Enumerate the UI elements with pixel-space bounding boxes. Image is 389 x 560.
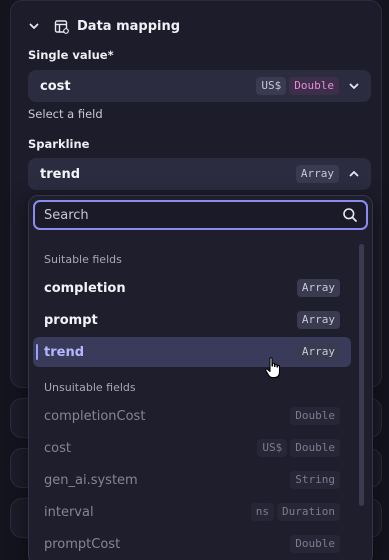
table-icon xyxy=(54,19,69,34)
list-item-cost: cost US$ Double xyxy=(33,433,351,463)
single-value-helper: Select a field xyxy=(28,107,103,121)
field-dropdown: Suitable fields completion Array prompt … xyxy=(28,195,373,560)
chevron-up-icon[interactable] xyxy=(347,167,361,181)
field-name: gen_ai.system xyxy=(44,472,138,488)
field-name: trend xyxy=(44,344,85,360)
type-tag: Double xyxy=(290,439,340,457)
type-tag: String xyxy=(290,471,340,489)
dropdown-scrollbar[interactable] xyxy=(359,244,364,506)
type-tag: Double xyxy=(290,407,340,425)
search-icon[interactable] xyxy=(342,207,358,223)
single-value-select[interactable]: cost US$ Double xyxy=(28,70,371,102)
field-name: interval xyxy=(44,504,94,520)
type-tag: Array xyxy=(295,165,339,183)
chevron-down-icon[interactable] xyxy=(28,20,40,32)
field-name: promptCost xyxy=(44,536,121,552)
unit-tag: US$ xyxy=(257,439,288,457)
search-input[interactable] xyxy=(44,207,342,223)
section-title: Data mapping xyxy=(77,18,181,34)
type-tag: Array xyxy=(296,343,340,361)
sparkline-select[interactable]: trend Array xyxy=(28,158,371,190)
type-tag: Double xyxy=(290,535,340,553)
search-box[interactable] xyxy=(33,200,368,230)
unsuitable-fields-label: Unsuitable fields xyxy=(44,381,136,394)
data-mapping-header[interactable]: Data mapping xyxy=(28,14,180,38)
type-tag: Array xyxy=(296,311,340,329)
unit-tag: US$ xyxy=(256,77,287,95)
field-name: completionCost xyxy=(44,408,146,424)
suitable-fields-label: Suitable fields xyxy=(44,253,122,266)
single-value-selected: cost xyxy=(40,78,71,94)
list-item-interval: interval ns Duration xyxy=(33,497,351,527)
field-name: cost xyxy=(44,440,71,456)
type-tag: Array xyxy=(296,279,340,297)
field-name: prompt xyxy=(44,312,98,328)
list-item-trend[interactable]: trend Array xyxy=(33,337,351,367)
sparkline-selected: trend xyxy=(40,166,81,182)
list-item-prompt[interactable]: prompt Array xyxy=(33,305,351,335)
sparkline-label: Sparkline xyxy=(28,137,90,151)
single-value-label: Single value* xyxy=(28,48,114,62)
list-item-gen-ai-system: gen_ai.system String xyxy=(33,465,351,495)
list-item-completion[interactable]: completion Array xyxy=(33,273,351,303)
list-item-completioncost: completionCost Double xyxy=(33,401,351,431)
hand-cursor-icon xyxy=(264,356,282,380)
list-item-promptcost: promptCost Double xyxy=(33,529,351,559)
type-tag: Duration xyxy=(277,503,340,521)
chevron-down-icon[interactable] xyxy=(347,79,361,93)
field-name: completion xyxy=(44,280,126,296)
unit-tag: ns xyxy=(250,503,275,521)
type-tag: Double xyxy=(289,77,339,95)
